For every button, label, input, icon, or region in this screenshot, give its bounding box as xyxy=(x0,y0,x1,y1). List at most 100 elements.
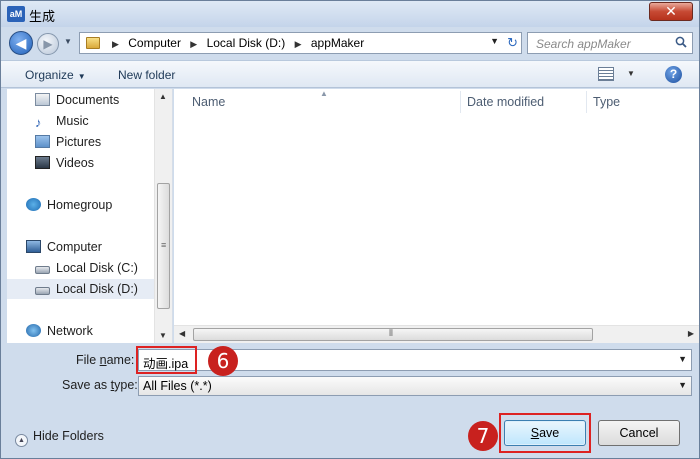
nav-item-label: Computer xyxy=(47,240,102,254)
back-button[interactable]: ◀ xyxy=(9,31,33,55)
label-text: ame: xyxy=(106,353,135,367)
videos-icon xyxy=(35,156,50,169)
pictures-icon xyxy=(35,135,50,148)
breadcrumb: ▶ Computer ▶ Local Disk (D:) ▶ appMaker xyxy=(106,36,364,50)
scroll-down-icon[interactable]: ▼ xyxy=(159,331,167,340)
nav-item-label: Documents xyxy=(56,93,120,107)
label-text: Save as xyxy=(62,378,111,392)
column-header-date-modified[interactable]: Date modified xyxy=(467,95,544,109)
nav-item-pictures[interactable]: Pictures xyxy=(35,132,101,152)
breadcrumb-appmaker[interactable]: appMaker xyxy=(311,36,364,50)
chevron-down-icon[interactable]: ▼ xyxy=(678,380,687,390)
step-badge-7: 7 xyxy=(468,421,498,451)
save-as-type-select[interactable]: All Files (*.*) ▼ xyxy=(138,376,692,396)
network-icon xyxy=(26,324,41,337)
refresh-icon[interactable]: ↻ xyxy=(507,35,518,51)
close-button[interactable]: ✕ xyxy=(649,2,693,21)
organize-button[interactable]: Organize ▼ xyxy=(25,68,86,82)
app-icon: aM xyxy=(7,6,25,22)
column-divider[interactable] xyxy=(460,91,461,113)
label-text: File xyxy=(76,353,100,367)
nav-item-label: Videos xyxy=(56,156,94,170)
file-list-horizontal-scrollbar[interactable]: ◀ ⦀ ▶ xyxy=(174,325,699,343)
address-bar[interactable]: ▶ Computer ▶ Local Disk (D:) ▶ appMaker … xyxy=(79,32,522,54)
view-dropdown-icon[interactable]: ▼ xyxy=(627,69,635,78)
save-button[interactable]: Save xyxy=(504,420,586,446)
drive-icon xyxy=(35,287,50,295)
nav-item-local-disk-d[interactable]: Local Disk (D:) xyxy=(7,279,154,299)
scroll-right-icon[interactable]: ▶ xyxy=(688,329,694,338)
organize-label: Organize xyxy=(25,68,74,82)
nav-item-computer[interactable]: Computer xyxy=(26,237,102,257)
file-list[interactable]: ▲ Name Date modified Type xyxy=(174,89,699,325)
music-icon: ♪ xyxy=(35,115,42,130)
documents-icon xyxy=(35,93,50,106)
save-as-type-value: All Files (*.*) xyxy=(143,379,212,393)
view-options-icon[interactable] xyxy=(598,67,614,81)
chevron-down-icon[interactable]: ▼ xyxy=(678,354,687,364)
search-box[interactable]: Search appMaker xyxy=(527,32,693,54)
column-header-name[interactable]: Name xyxy=(192,95,225,109)
step-badge-6: 6 xyxy=(208,346,238,376)
scrollbar-thumb[interactable]: ≡ xyxy=(157,183,170,309)
navigation-scrollbar[interactable]: ▲ ≡ ▼ xyxy=(154,89,172,343)
arrow-left-icon: ◀ xyxy=(15,35,27,51)
address-dropdown-icon[interactable]: ▼ xyxy=(490,36,499,46)
label-text: ype: xyxy=(114,378,138,392)
breadcrumb-separator-icon[interactable]: ▶ xyxy=(190,39,197,49)
grip-icon: ≡ xyxy=(161,240,167,250)
nav-item-homegroup[interactable]: Homegroup xyxy=(26,195,112,215)
window-title: 生成 xyxy=(29,9,56,24)
cancel-button[interactable]: Cancel xyxy=(598,420,680,446)
drive-icon xyxy=(35,266,50,274)
hide-folders-label: Hide Folders xyxy=(33,429,104,443)
nav-item-label: Pictures xyxy=(56,135,102,149)
scroll-up-icon[interactable]: ▲ xyxy=(159,92,167,101)
homegroup-icon xyxy=(26,198,41,211)
breadcrumb-local-disk-d[interactable]: Local Disk (D:) xyxy=(207,36,286,50)
save-dialog: aM 生成 ✕ ◀ ▶ ▼ ▶ Computer ▶ Local Disk (D… xyxy=(0,0,700,459)
title-bar: aM 生成 ✕ xyxy=(1,1,699,27)
hide-folders-button[interactable]: ▲ Hide Folders xyxy=(15,429,104,447)
arrow-right-icon: ▶ xyxy=(43,37,53,51)
label-accelerator: n xyxy=(99,353,107,367)
help-button[interactable]: ? xyxy=(665,66,682,83)
nav-item-label: Network xyxy=(47,324,93,338)
breadcrumb-separator-icon[interactable]: ▶ xyxy=(295,39,302,49)
computer-icon xyxy=(26,240,41,253)
chevron-down-icon: ▼ xyxy=(77,72,86,81)
file-name-highlight-box xyxy=(136,346,197,374)
nav-item-local-disk-c[interactable]: Local Disk (C:) xyxy=(35,258,138,278)
breadcrumb-separator-icon[interactable]: ▶ xyxy=(112,39,119,49)
folder-icon xyxy=(86,37,100,49)
chevron-up-icon: ▲ xyxy=(15,434,28,447)
nav-item-label: Homegroup xyxy=(47,198,113,212)
nav-item-label: Music xyxy=(56,114,89,128)
nav-item-label: Local Disk (C:) xyxy=(56,261,138,275)
column-divider[interactable] xyxy=(586,91,587,113)
column-header-type[interactable]: Type xyxy=(593,95,620,109)
nav-item-videos[interactable]: Videos xyxy=(35,153,94,173)
sort-ascending-icon: ▲ xyxy=(320,89,328,98)
scroll-left-icon[interactable]: ◀ xyxy=(179,329,185,338)
new-folder-button[interactable]: New folder xyxy=(118,68,175,82)
nav-item-documents[interactable]: Documents xyxy=(35,90,119,110)
scrollbar-thumb[interactable]: ⦀ xyxy=(193,328,593,341)
nav-item-music[interactable]: ♪ Music xyxy=(35,111,89,131)
nav-item-network[interactable]: Network xyxy=(26,321,93,341)
forward-button[interactable]: ▶ xyxy=(37,33,59,55)
save-label: ave xyxy=(539,426,560,440)
save-accelerator: S xyxy=(530,426,540,440)
breadcrumb-computer[interactable]: Computer xyxy=(128,36,181,50)
address-row: ◀ ▶ ▼ ▶ Computer ▶ Local Disk (D:) ▶ app… xyxy=(1,28,699,58)
nav-item-label: Local Disk (D:) xyxy=(56,282,138,296)
grip-icon: ⦀ xyxy=(389,328,393,338)
navigation-pane: Documents ♪ Music Pictures Videos Homegro… xyxy=(7,89,173,343)
search-input[interactable]: Search appMaker xyxy=(536,37,631,51)
recent-pages-button[interactable]: ▼ xyxy=(64,37,74,49)
search-icon[interactable] xyxy=(675,36,687,48)
save-as-type-label: Save as type: xyxy=(62,378,138,392)
command-toolbar: Organize ▼ New folder ▼ ? xyxy=(1,60,699,88)
file-name-label: File name: xyxy=(76,353,134,367)
chevron-down-icon: ▼ xyxy=(64,37,72,46)
